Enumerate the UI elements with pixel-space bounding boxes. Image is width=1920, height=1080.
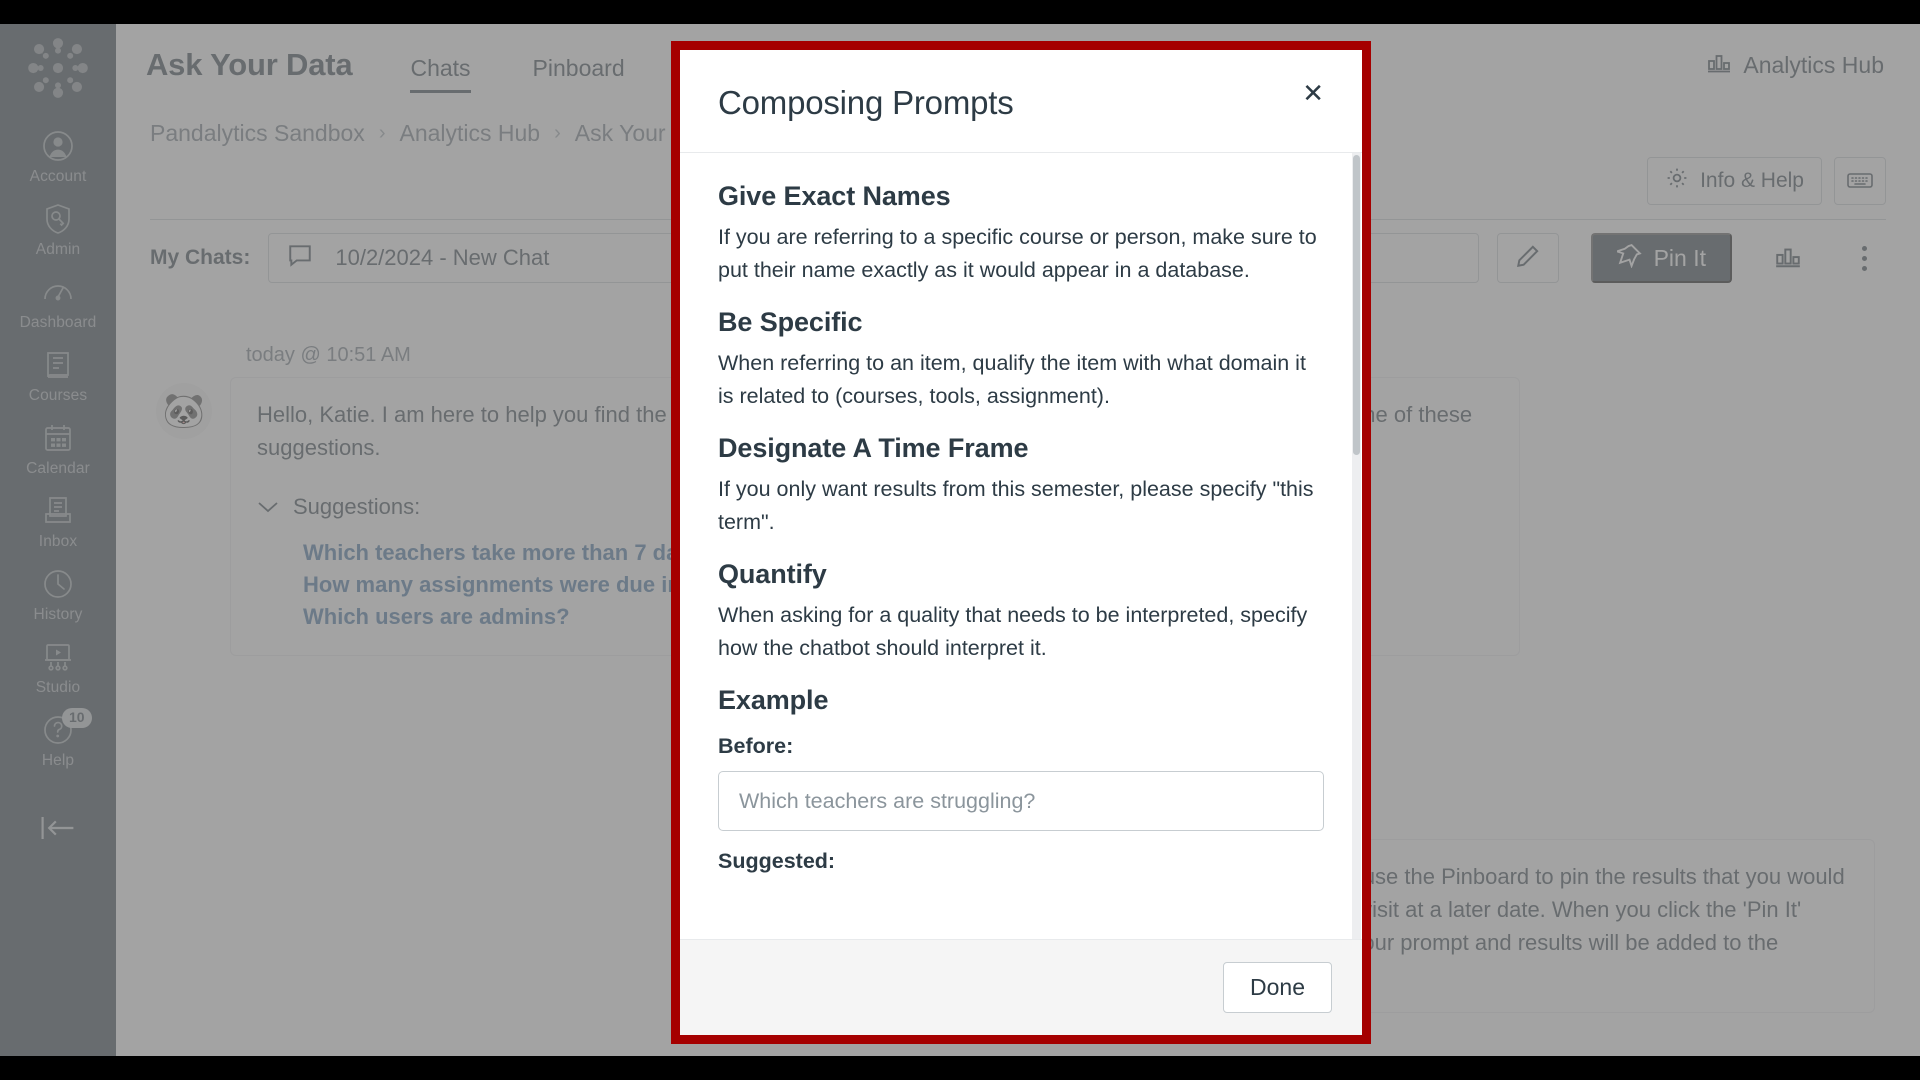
- section-body: If you only want results from this semes…: [718, 477, 1314, 534]
- section-body: If you are referring to a specific cours…: [718, 225, 1317, 282]
- suggested-label: Suggested:: [718, 849, 836, 873]
- section-body: When referring to an item, qualify the i…: [718, 351, 1306, 408]
- screen: Account Admin Dashboar: [0, 0, 1920, 1080]
- before-label: Before:: [718, 734, 794, 758]
- modal-scrollbar[interactable]: [1352, 153, 1361, 939]
- before-example-field: Which teachers are struggling?: [718, 771, 1324, 831]
- modal-footer: Done: [680, 939, 1362, 1035]
- done-button[interactable]: Done: [1223, 962, 1332, 1013]
- close-icon[interactable]: ✕: [1294, 76, 1332, 110]
- section-heading: Quantify: [718, 559, 827, 589]
- before-example-value: Which teachers are struggling?: [739, 788, 1036, 813]
- section-heading: Designate A Time Frame: [718, 433, 1029, 463]
- section-body: When asking for a quality that needs to …: [718, 603, 1308, 660]
- section-heading: Be Specific: [718, 307, 863, 337]
- modal-title: Composing Prompts: [718, 84, 1014, 121]
- example-heading: Example: [718, 685, 829, 715]
- modal-header: Composing Prompts ✕: [680, 50, 1362, 153]
- section-heading: Give Exact Names: [718, 181, 951, 211]
- composing-prompts-modal: Composing Prompts ✕ Give Exact Names If …: [671, 41, 1371, 1044]
- modal-body[interactable]: Give Exact Names If you are referring to…: [680, 153, 1362, 939]
